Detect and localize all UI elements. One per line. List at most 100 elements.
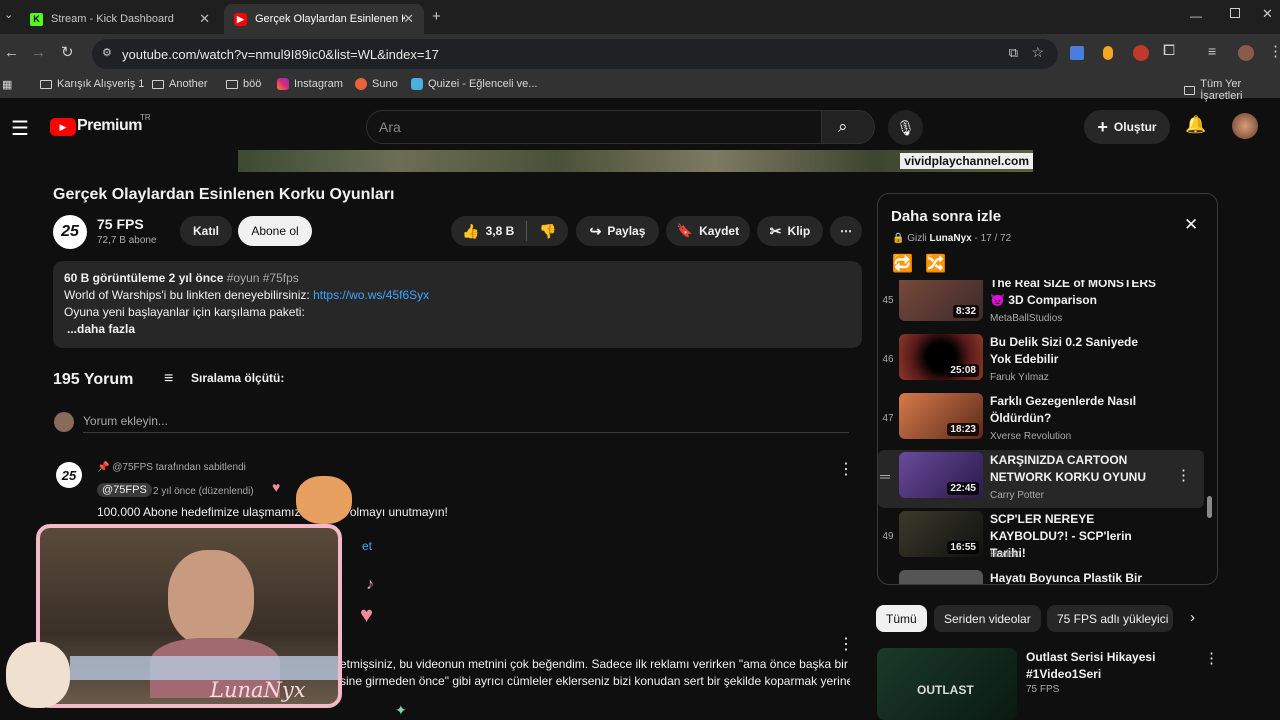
playlist-item-current[interactable]: ═ 22:45 KARŞINIZDA CARTOON NETWORK KORKU… <box>878 450 1204 508</box>
reload-icon[interactable]: ↻ <box>61 43 74 61</box>
forward-icon[interactable]: → <box>31 44 46 61</box>
chip-all[interactable]: Tümü <box>876 605 927 632</box>
hamburger-menu-icon[interactable]: ☰ <box>11 116 29 141</box>
playlist-items: 45 8:32 The Real SIZE of MONSTERS 👿 3D C… <box>878 280 1217 584</box>
maximize-icon[interactable] <box>1230 8 1240 18</box>
recommended-more-icon[interactable]: ⋮ <box>1204 649 1219 667</box>
search-icon: ⌕ <box>838 117 848 136</box>
playlist-item[interactable]: 47 18:23 Farklı Gezegenlerde Nasıl Öldür… <box>878 391 1208 449</box>
apps-icon[interactable]: ▦ <box>2 78 12 91</box>
loop-icon[interactable]: 🔁 <box>892 254 913 274</box>
comment-count: 195 Yorum <box>53 371 134 388</box>
music-note-icon: ♪ <box>366 576 374 593</box>
dislike-icon[interactable]: 👎 <box>539 223 556 240</box>
search-input[interactable]: Ara <box>366 110 822 144</box>
item-more-icon[interactable]: ⋮ <box>1176 466 1191 484</box>
like-icon[interactable]: 👍 <box>462 223 479 240</box>
youtube-logo-icon[interactable]: ▶ <box>50 118 76 136</box>
sort-icon[interactable]: ≡ <box>164 370 173 388</box>
site-info-icon[interactable]: ⚙ <box>102 46 112 59</box>
notifications-bell-icon[interactable]: 🔔 <box>1185 115 1206 135</box>
search-button[interactable]: ⌕ <box>821 110 875 144</box>
subscribe-button[interactable]: Abone ol <box>238 216 312 246</box>
extension-icon[interactable] <box>1103 46 1113 60</box>
close-panel-icon[interactable]: ✕ <box>1184 215 1198 235</box>
share-button[interactable]: ↪ Paylaş <box>576 216 659 246</box>
watch-later-panel: Daha sonra izle ✕ 🔒 Gizli LunaNyx - 17 /… <box>877 193 1218 585</box>
bookmark-star-icon[interactable]: ☆ <box>1031 44 1044 61</box>
video-thumbnail: 16:55 <box>899 511 983 557</box>
comment-link-fragment[interactable]: et <box>362 539 372 553</box>
browser-menu-icon[interactable]: ⋮ <box>1268 42 1280 60</box>
video-player[interactable]: vividplaychannel.com <box>238 150 1033 172</box>
add-comment-input[interactable]: Yorum ekleyin... <box>83 414 849 433</box>
all-bookmarks[interactable]: Tüm Yer İşaretleri <box>1184 78 1280 102</box>
create-button[interactable]: + Oluştur <box>1084 110 1170 144</box>
playlist-item[interactable]: 45 8:32 The Real SIZE of MONSTERS 👿 3D C… <box>878 280 1208 331</box>
comment-author-badge[interactable]: @75FPS <box>97 483 152 497</box>
close-tab-icon[interactable]: ✕ <box>199 11 210 27</box>
profile-avatar-icon[interactable] <box>1238 45 1254 61</box>
playlist-item[interactable]: 49 16:55 SCP'LER NEREYE KAYBOLDU?! - SCP… <box>878 509 1208 567</box>
more-actions-icon[interactable]: ⋯ <box>830 216 862 246</box>
channel-avatar[interactable]: 25 <box>53 215 87 249</box>
chip-uploader[interactable]: 75 FPS adlı yükleyici <box>1047 605 1173 632</box>
close-tab-icon[interactable]: ✕ <box>403 11 414 27</box>
bookmark-folder[interactable]: böö <box>226 78 261 90</box>
quizei-icon <box>411 78 423 90</box>
lock-icon: 🔒 <box>892 233 905 244</box>
back-icon[interactable]: ← <box>4 44 19 61</box>
comment-author-avatar[interactable]: 25 <box>56 462 82 488</box>
tab-youtube[interactable]: ▶ Gerçek Olaylardan Esinlenen Ko ✕ <box>224 4 424 34</box>
show-more-link[interactable]: ...daha fazla <box>64 321 851 338</box>
description-box[interactable]: 60 B görüntüleme 2 yıl önce #oyun #75fps… <box>53 261 862 348</box>
description-link[interactable]: https://wo.ws/45f6Syx <box>313 288 429 302</box>
bookmark-folder[interactable]: Another <box>152 78 208 90</box>
playlist-meta: 🔒 Gizli LunaNyx - 17 / 72 <box>892 233 1012 244</box>
cat-mascot-icon <box>6 642 70 708</box>
user-avatar <box>54 412 74 432</box>
bookmark-suno[interactable]: Suno <box>355 78 398 90</box>
comment-more-icon[interactable]: ⋮ <box>838 459 854 479</box>
video-thumbnail: 22:45 <box>899 452 983 498</box>
clip-button[interactable]: ✂ Klip <box>757 216 823 246</box>
hashtags[interactable]: #oyun #75fps <box>227 271 299 285</box>
scrollbar-thumb[interactable] <box>1207 496 1212 518</box>
url-field[interactable]: ⚙ youtube.com/watch?v=nmul9I89ic0&list=W… <box>92 39 1058 69</box>
bookmark-quizei[interactable]: Quizei - Eğlenceli ve... <box>411 78 537 90</box>
channel-name[interactable]: 75 FPS <box>97 216 144 232</box>
extension-badge-icon[interactable] <box>1133 45 1149 61</box>
playlist-scrollbar[interactable] <box>1205 280 1214 580</box>
close-window-icon[interactable]: ✕ <box>1262 6 1273 22</box>
tab-search-icon[interactable]: ⌄ <box>4 8 13 21</box>
comment-time[interactable]: 2 yıl önce (düzenlendi) <box>153 486 254 497</box>
playlist-title[interactable]: Daha sonra izle <box>891 208 1001 225</box>
drag-handle-icon[interactable]: ═ <box>880 468 890 484</box>
save-button[interactable]: 🔖 Kaydet <box>666 216 750 246</box>
join-button[interactable]: Katıl <box>180 216 232 246</box>
new-tab-icon[interactable]: + <box>432 8 441 25</box>
playlist-item[interactable]: Hayatı Boyunca Plastik Bir <box>878 568 1208 584</box>
minimize-icon[interactable]: — <box>1190 9 1202 23</box>
media-control-icon[interactable]: ≡ <box>1208 43 1216 59</box>
recommended-title[interactable]: Outlast Serisi Hikayesi #1Video1Seri <box>1026 649 1186 683</box>
recommended-channel[interactable]: 75 FPS <box>1026 684 1059 695</box>
tab-kick-dashboard[interactable]: K Stream - Kick Dashboard ✕ <box>20 4 220 34</box>
account-avatar[interactable] <box>1232 113 1258 139</box>
sort-button[interactable]: Sıralama ölçütü: <box>191 371 284 385</box>
like-dislike-group: 👍 3,8 B 👎 <box>451 216 568 246</box>
comment-more-icon[interactable]: ⋮ <box>838 634 854 654</box>
extensions-puzzle-icon[interactable]: ⧠ <box>1163 42 1175 59</box>
shuffle-icon[interactable]: 🔀 <box>925 254 946 274</box>
translate-extension-icon[interactable] <box>1070 46 1084 60</box>
voice-search-icon[interactable]: 🎙 <box>888 110 923 145</box>
brand-label[interactable]: Premium <box>77 117 142 135</box>
install-icon[interactable]: ⧉ <box>1009 45 1018 61</box>
bookmark-instagram[interactable]: Instagram <box>277 78 343 90</box>
playlist-item[interactable]: 46 25:08 Bu Delik Sizi 0.2 Saniyede Yok … <box>878 332 1208 390</box>
bookmark-folder[interactable]: Karışık Alışveriş 1 <box>40 78 144 90</box>
recommended-thumbnail[interactable]: OUTLAST <box>877 648 1017 720</box>
plus-icon: + <box>1097 116 1108 137</box>
chevron-right-icon[interactable]: › <box>1190 609 1195 626</box>
chip-series[interactable]: Seriden videolar <box>934 605 1041 632</box>
